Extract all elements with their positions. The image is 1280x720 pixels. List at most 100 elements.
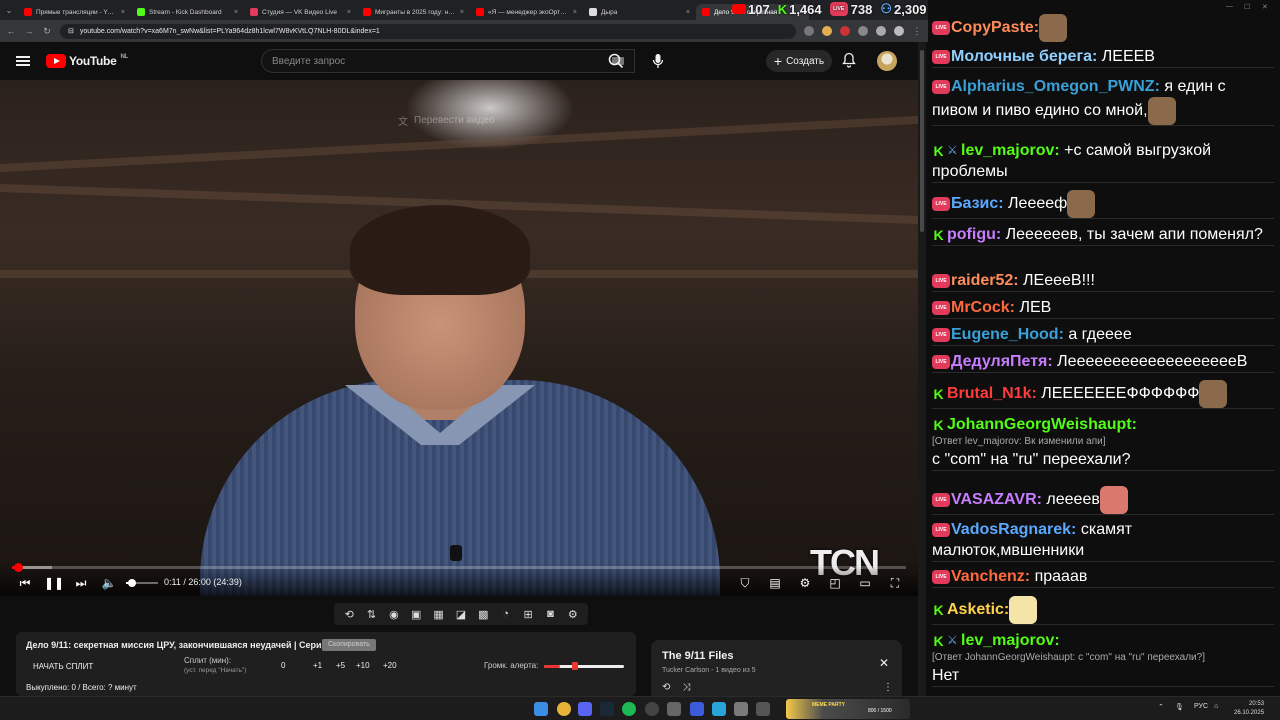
gear-icon[interactable]: ⚙ [566, 608, 580, 621]
language-indicator[interactable]: РУС [1194, 703, 1208, 710]
back-icon[interactable]: ← [6, 26, 16, 36]
search-input[interactable]: Введите запрос [261, 49, 635, 73]
split-add-5-button[interactable]: +5 [336, 661, 345, 670]
tab-close-icon[interactable]: × [460, 9, 464, 16]
pause-button[interactable]: ❚❚ [44, 575, 64, 591]
minimize-icon[interactable]: — [1226, 3, 1233, 10]
chat-username[interactable]: CopyPaste: [951, 19, 1039, 36]
youtube-logo[interactable]: YouTube NL [46, 54, 128, 68]
close-icon[interactable]: ✕ [1262, 3, 1268, 11]
tab-close-icon[interactable]: × [347, 9, 351, 16]
more-options-icon[interactable]: ⋮ [883, 682, 893, 693]
miniplayer-button[interactable]: ◰ [827, 575, 843, 591]
create-button[interactable]: + Создать [766, 50, 832, 72]
chevron-up-icon[interactable]: ⌃ [1158, 703, 1164, 711]
tab-close-icon[interactable]: × [686, 9, 690, 16]
split-add-1-button[interactable]: +1 [313, 661, 322, 670]
app-icon[interactable] [756, 702, 770, 716]
chat-username[interactable]: lev_majorov: [961, 142, 1060, 159]
maximize-icon[interactable]: ☐ [1244, 3, 1250, 11]
app-icon[interactable] [734, 702, 748, 716]
film-icon[interactable]: ▦ [432, 608, 446, 621]
tab-close-icon[interactable]: × [573, 9, 577, 16]
network-icon[interactable]: ⌂ [1214, 703, 1218, 710]
volume-handle[interactable] [128, 579, 136, 587]
notifications-button[interactable] [842, 52, 856, 73]
discord-icon[interactable] [578, 702, 592, 716]
extension-icon[interactable] [840, 26, 850, 36]
download-icon[interactable] [876, 26, 886, 36]
profile-icon[interactable] [894, 26, 904, 36]
next-button[interactable]: ⏭ [74, 575, 88, 591]
scrollbar-thumb[interactable] [920, 50, 924, 232]
browser-tab[interactable]: Дыра × [583, 4, 696, 20]
chat-username[interactable]: Alpharius_Omegon_PWNZ: [951, 78, 1160, 95]
chat-username[interactable]: Asketic: [947, 601, 1009, 618]
chat-username[interactable]: Vanchenz: [951, 568, 1030, 585]
video-player[interactable]: 文 Перевести видео TCN [0, 80, 918, 596]
progress-bar[interactable] [12, 563, 906, 572]
video-settings-icon[interactable]: ▣ [409, 608, 423, 621]
start-icon[interactable] [534, 702, 548, 716]
chat-username[interactable]: Базис: [951, 195, 1004, 212]
chat-username[interactable]: ДедуляПетя: [951, 353, 1053, 370]
spotify-icon[interactable] [622, 702, 636, 716]
subtitles-button[interactable]: ▤ [767, 575, 783, 591]
meme-party-widget[interactable]: MEME PARTY 800 / 1500 [786, 699, 910, 719]
browser-tab[interactable]: Stream - Kick Dashboard × [131, 4, 244, 20]
app-icon[interactable] [667, 702, 681, 716]
copy-button[interactable]: Скопировать [322, 639, 376, 651]
screenshot-icon[interactable]: ◙ [543, 608, 557, 620]
audio-icon[interactable]: ◉ [387, 608, 401, 621]
tab-close-icon[interactable]: × [234, 9, 238, 16]
chat-username[interactable]: JohannGeorgWeishaupt: [947, 416, 1137, 433]
browser-menu-icon[interactable]: ⋮ [912, 26, 922, 37]
microphone-icon[interactable]: 🎙 [1175, 703, 1184, 711]
browser-tab[interactable]: Прямые трансляции - YouTube × [18, 4, 131, 20]
split-add-20-button[interactable]: +20 [383, 661, 397, 670]
mute-button[interactable]: 🔈 [102, 575, 117, 591]
chat-username[interactable]: pofigu: [947, 226, 1001, 243]
cast-icon[interactable] [804, 26, 814, 36]
tab-close-icon[interactable]: × [121, 9, 125, 16]
start-split-button[interactable]: НАЧАТЬ СПЛИТ [26, 660, 100, 674]
chat-username[interactable]: Eugene_Hood: [951, 326, 1064, 343]
alert-volume-slider[interactable] [544, 665, 624, 668]
chat-username[interactable]: raider52: [951, 272, 1019, 289]
voice-search-button[interactable] [646, 49, 670, 73]
speed-icon[interactable]: ◔ [499, 608, 513, 620]
chat-username[interactable]: VadosRagnarek: [951, 521, 1076, 538]
puzzle-icon[interactable] [858, 26, 868, 36]
sort-icon[interactable]: ⇅ [365, 608, 379, 621]
previous-button[interactable]: ⏮ [18, 575, 32, 591]
close-icon[interactable]: ✕ [879, 656, 889, 670]
telegram-icon[interactable] [712, 702, 726, 716]
translate-video-button[interactable]: 文 Перевести видео [398, 113, 494, 128]
shuffle-icon[interactable]: ⤨ [682, 682, 690, 693]
obs-icon[interactable] [645, 702, 659, 716]
settings-button[interactable]: ⚙ [797, 575, 813, 591]
search-button[interactable] [598, 49, 634, 73]
chat-username[interactable]: Молочные берега: [951, 48, 1097, 65]
chat-username[interactable]: Brutal_N1k: [947, 385, 1037, 402]
frame-step-icon[interactable]: ⊞ [521, 608, 535, 621]
url-field[interactable]: ⊟ youtube.com/watch?v=xa6M7n_swNw&list=P… [60, 23, 796, 39]
ad-block-button[interactable]: ⛉ [737, 575, 753, 591]
steam-icon[interactable] [600, 702, 614, 716]
theater-mode-button[interactable]: ▭ [857, 575, 873, 591]
chat-username[interactable]: VASAZAVR: [951, 491, 1042, 508]
browser-tab[interactable]: Мигранты в 2025 году: неза × [357, 4, 470, 20]
chrome-icon[interactable] [557, 702, 571, 716]
browser-tab[interactable]: Студия — VK Видео Live × [244, 4, 357, 20]
split-add-10-button[interactable]: +10 [356, 661, 370, 670]
site-info-icon[interactable]: ⊟ [68, 27, 74, 35]
cinema-icon[interactable]: ▩ [476, 608, 490, 621]
picture-in-picture-icon[interactable]: ◪ [454, 608, 468, 621]
reload-icon[interactable]: ↻ [42, 26, 52, 37]
chat-username[interactable]: MrCock: [951, 299, 1015, 316]
account-avatar[interactable] [877, 51, 897, 71]
playlist-title[interactable]: The 9/11 Files [662, 650, 734, 662]
repeat-icon[interactable]: ⟲ [662, 682, 670, 693]
browser-tab[interactable]: «Я — менеджер экоОртицы × [470, 4, 583, 20]
tab-search-button[interactable]: ⌄ [0, 0, 18, 20]
